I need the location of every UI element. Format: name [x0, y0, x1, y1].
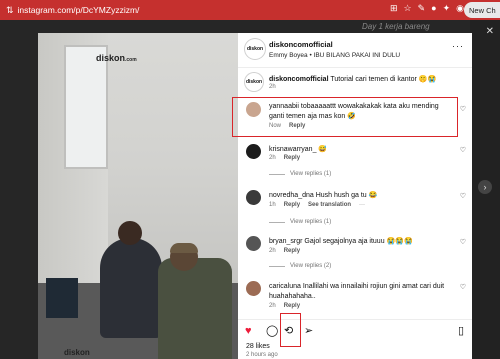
- media-logo-bottom: diskon: [64, 348, 90, 357]
- like-comment-icon[interactable]: ♡: [460, 238, 466, 246]
- bookmark-icon[interactable]: ▯: [458, 325, 464, 337]
- reply-button[interactable]: Reply: [284, 303, 300, 309]
- profile-icon[interactable]: ◉: [456, 3, 464, 14]
- record-icon[interactable]: ●: [431, 3, 436, 14]
- like-comment-icon[interactable]: ♡: [460, 283, 466, 291]
- highlight-box-repost: [280, 313, 301, 347]
- commenter-avatar[interactable]: [246, 144, 261, 159]
- site-settings-icon[interactable]: ⇅: [6, 5, 14, 16]
- comments-panel: diskon diskoncomofficial Emmy Boyea • IB…: [238, 33, 472, 359]
- caption-avatar[interactable]: diskon: [245, 73, 263, 91]
- commenter-avatar[interactable]: [246, 190, 261, 205]
- url-text[interactable]: instagram.com/p/DcYMZyzzizm/: [18, 5, 140, 15]
- comment-text: krisnawarryan_ 😅: [269, 146, 328, 153]
- media-logo: diskon.com: [96, 53, 137, 63]
- caption: diskon diskoncomofficial Tutorial cari t…: [238, 71, 472, 93]
- comment-text: novredha_dna Hush hush ga tu 😂: [269, 192, 378, 199]
- commenter-avatar[interactable]: [246, 236, 261, 251]
- post-action-bar: ♥ ◯ ⟲ ➢ ▯: [238, 319, 472, 340]
- new-chat-button[interactable]: New Ch: [464, 2, 500, 18]
- comment-more-icon[interactable]: ···: [359, 202, 365, 208]
- heart-filled-icon[interactable]: ♥: [245, 325, 252, 337]
- extension-icon[interactable]: ✎: [418, 3, 426, 14]
- view-replies-button[interactable]: View replies (1): [269, 171, 331, 177]
- like-comment-icon[interactable]: ♡: [460, 105, 466, 113]
- caption-text: Tutorial cari temen di kantor 🤫😭: [330, 76, 437, 83]
- browser-actions: ⊞ ☆ ✎ ● ✦ ◉: [390, 3, 464, 14]
- puzzle-icon[interactable]: ✦: [443, 3, 451, 14]
- comment-text: caricaluna Inallilahi wa innailaihi roji…: [269, 283, 445, 300]
- star-icon[interactable]: ☆: [404, 3, 412, 14]
- highlight-box: [232, 97, 458, 137]
- reply-button[interactable]: Reply: [284, 248, 300, 254]
- audio-subtitle[interactable]: Emmy Boyea • IBU BILANG PAKAI INI DULU: [269, 52, 400, 59]
- view-replies-button[interactable]: View replies (1): [269, 219, 331, 225]
- browser-address-bar: ⇅ instagram.com/p/DcYMZyzzizm/ ⊞ ☆ ✎ ● ✦…: [0, 0, 500, 20]
- comment-text: bryan_srgr Gajol segajolnya aja ituuu 😭😭…: [269, 238, 413, 245]
- reply-button[interactable]: Reply: [284, 202, 300, 208]
- author-avatar[interactable]: diskon: [245, 39, 265, 59]
- close-icon[interactable]: ✕: [486, 26, 494, 37]
- comment-icon[interactable]: ◯: [266, 325, 278, 337]
- commenter-avatar[interactable]: [246, 281, 261, 296]
- more-options-icon[interactable]: ···: [452, 41, 464, 51]
- comment-item: caricaluna Inallilahi wa innailaihi roji…: [238, 280, 472, 316]
- author-name[interactable]: diskoncomofficial: [269, 40, 333, 49]
- translate-icon[interactable]: ⊞: [390, 3, 398, 14]
- comment-item: bryan_srgr Gajol segajolnya aja ituuu 😭😭…: [238, 235, 472, 279]
- post-media[interactable]: diskon.com diskon: [38, 33, 238, 359]
- comment-time: 1h: [269, 202, 276, 208]
- see-translation-button[interactable]: See translation: [308, 202, 351, 208]
- next-arrow-icon[interactable]: ›: [478, 180, 492, 194]
- comment-item: novredha_dna Hush hush ga tu 😂 1h Reply Se…: [238, 189, 472, 235]
- reply-button[interactable]: Reply: [284, 155, 300, 161]
- background-hint-text: Day 1 kerja bareng: [362, 22, 430, 31]
- caption-time: 2h: [269, 84, 276, 90]
- likes-count[interactable]: 28 likes: [246, 343, 270, 350]
- post-header: diskon diskoncomofficial Emmy Boyea • IB…: [238, 33, 472, 68]
- share-icon[interactable]: ➢: [304, 325, 313, 337]
- like-comment-icon[interactable]: ♡: [460, 146, 466, 154]
- comment-time: 2h: [269, 303, 276, 309]
- comment-time: 2h: [269, 155, 276, 161]
- like-comment-icon[interactable]: ♡: [460, 192, 466, 200]
- view-replies-button[interactable]: View replies (2): [269, 263, 331, 269]
- post-time: 2 hours ago: [246, 352, 278, 358]
- comment-time: 2h: [269, 248, 276, 254]
- window-image-part: [64, 45, 108, 169]
- comment-item: krisnawarryan_ 😅 2h Reply ♡ View replies …: [238, 143, 472, 187]
- caption-author[interactable]: diskoncomofficial: [269, 76, 329, 83]
